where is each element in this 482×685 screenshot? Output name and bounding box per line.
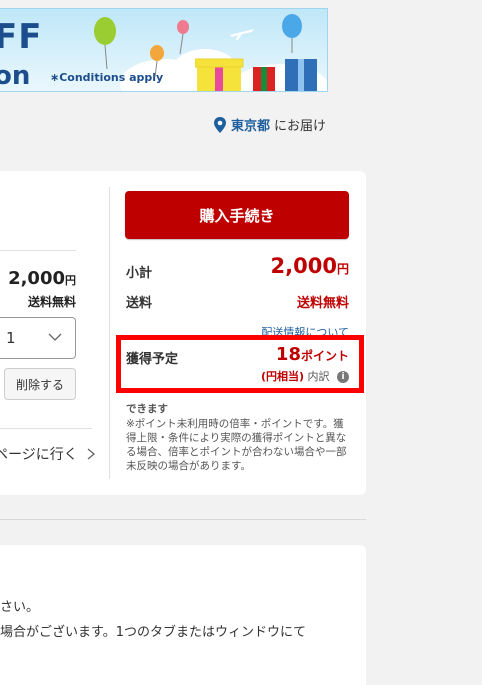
- subtotal-value: 2,000円: [270, 254, 349, 278]
- notice-line-2: 場合がございます。1つのタブまたはウィンドウにて: [0, 625, 306, 640]
- column-divider: [109, 187, 110, 479]
- delivery-prefecture[interactable]: 東京都: [231, 115, 270, 134]
- delivery-suffix: にお届け: [274, 119, 327, 134]
- gift-boxes-illustration: [195, 58, 317, 91]
- location-pin-icon: [214, 116, 226, 133]
- balloons-illustration: [94, 17, 189, 78]
- airplane-icon: [230, 29, 254, 40]
- points-disclaimer: ※ポイント未利用時の倍率・ポイントです。獲得上限・条件により実際の獲得ポイントと…: [126, 418, 347, 472]
- item-divider: [0, 250, 76, 251]
- delete-button[interactable]: 削除する: [4, 368, 76, 400]
- chevron-right-icon: [87, 448, 95, 460]
- points-highlight-box: [116, 335, 364, 393]
- section-divider: [0, 519, 366, 520]
- chevron-down-icon: [48, 333, 62, 341]
- subtotal-label: 小計: [126, 266, 153, 281]
- delivery-location[interactable]: 東京都 にお届け: [213, 115, 326, 134]
- banner-coupon-text: on: [0, 61, 31, 91]
- item-price: 2,000円: [8, 268, 76, 289]
- shipping-label: 送料: [126, 296, 153, 311]
- promo-banner[interactable]: FF on ∗Conditions apply: [0, 8, 328, 92]
- item-page-link[interactable]: ページに行く: [0, 444, 98, 464]
- quantity-value: 1: [6, 329, 16, 347]
- shipping-value: 送料無料: [296, 296, 349, 311]
- quantity-select[interactable]: 1: [0, 317, 76, 359]
- blue-balloon-icon: [282, 14, 302, 53]
- notice-card: さい。 場合がございます。1つのタブまたはウィンドウにて: [0, 545, 366, 685]
- item-bottom-divider: [0, 428, 92, 429]
- cart-card: 2,000円 送料無料 1 削除する ページに行く 購入手続き 小計 2,000…: [0, 171, 366, 495]
- points-red-note: できます: [126, 403, 168, 415]
- item-shipping: 送料無料: [27, 295, 76, 309]
- banner-headline: FF: [0, 17, 43, 57]
- notice-line-1: さい。: [0, 600, 40, 615]
- checkout-button[interactable]: 購入手続き: [125, 191, 349, 239]
